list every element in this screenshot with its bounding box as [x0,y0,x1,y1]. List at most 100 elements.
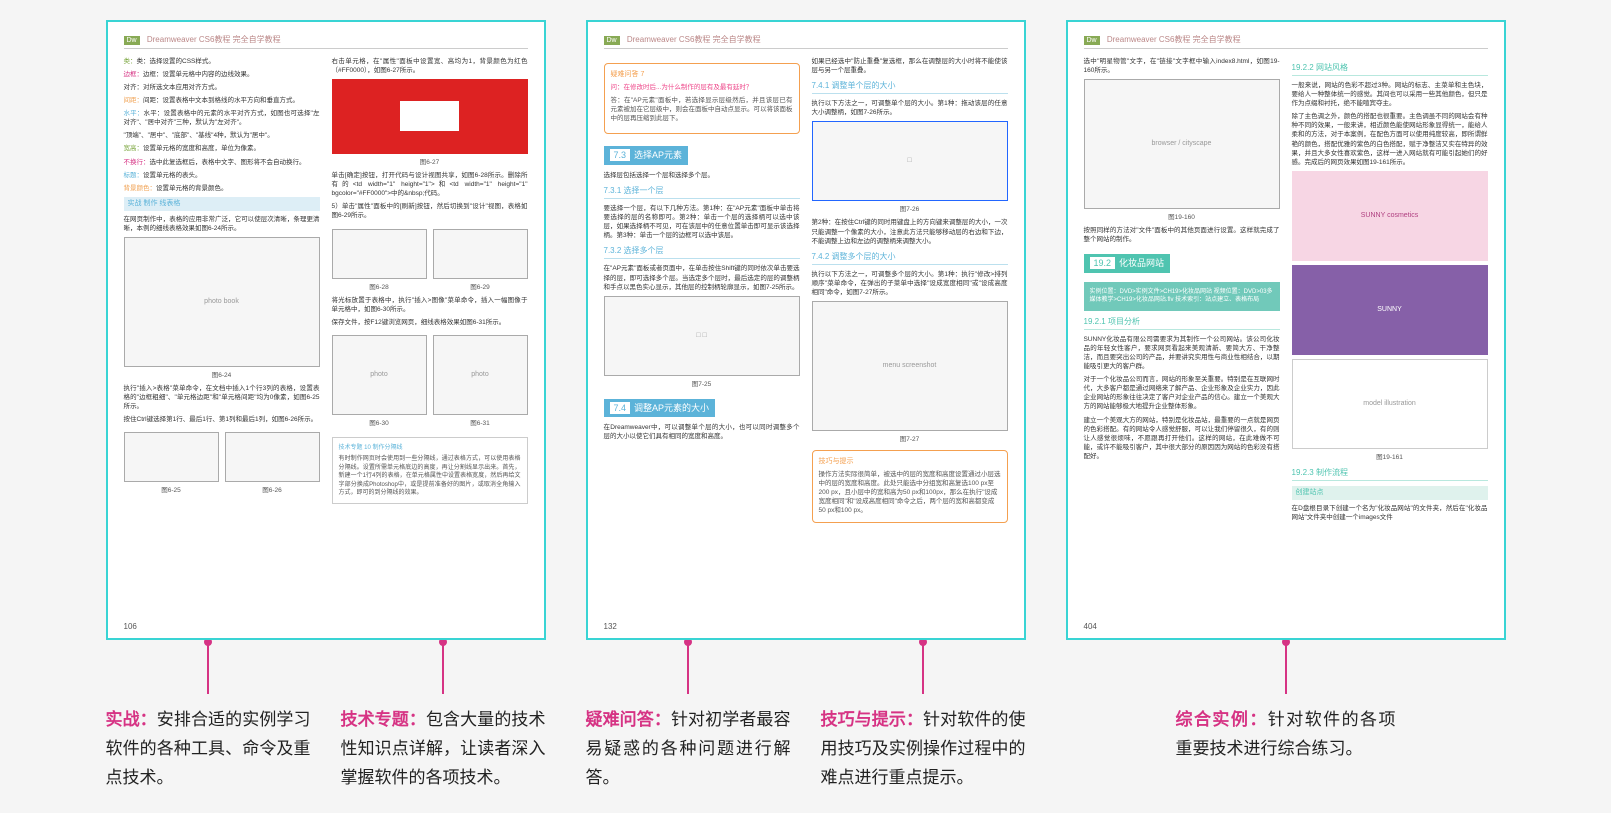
p1-p13: 按住Ctrl键选择第1行、最后1行、第1列和最后1列，如图6-26所示。 [124,415,320,424]
caption-4-col: 技巧与提示：针对软件的使用技巧及实例操作过程中的难点进行重点提示。 [821,640,1026,793]
s74-t: 在Dreamweaver中，可以调整单个层的大小，也可以同时调整多个层的大小以使… [604,423,800,441]
caption-2-col: 技术专题：包含大量的技术性知识点详解，让读者深入掌握软件的各项技术。 [341,640,546,793]
qa-box: 疑难问答 7 问：在修改时后...为什么制作的层有及最有延时？ 答：在"AP元素… [604,63,800,134]
p2-r2: 执行以下方法之一，可调整单个层的大小。第1种：拖动该层的任意大小调整柄，如图7-… [812,99,1008,117]
page2-num: 132 [604,621,617,632]
p2-r3: 第2种：在按住Ctrl键的同时用键盘上的方向键来调整层的大小，一次只能调整一个像… [812,218,1008,245]
fig-7-27: menu screenshot [812,301,1008,431]
caption-4: 技巧与提示：针对软件的使用技巧及实例操作过程中的难点进行重点提示。 [821,706,1026,793]
page2-col-right: 如果已经选中"防止重叠"复选框，那么在调整层的大小时将不能使该层与另一个层重叠。… [812,57,1008,529]
sub-7-3-2: 7.3.2 选择多个层 [604,245,800,259]
sec-7-4: 7.4调整AP元素的大小 [604,399,716,418]
tech-topic-box: 技术专题 10 制作分隔线 有时制作网页时会使用到一些分隔线，通过表格方式，可以… [332,437,528,504]
page-2: Dw Dreamweaver CS6教程 完全自学教程 疑难问答 7 问：在修改… [586,20,1026,640]
page2-columns: 疑难问答 7 问：在修改时后...为什么制作的层有及最有延时？ 答：在"AP元素… [604,57,1008,529]
pointer-5 [1176,638,1396,694]
p1-p11: 在网页制作中，表格的应用非常广泛，它可以使层次清晰，条理更清晰，本例的细线表格效… [124,215,320,233]
p1-r4: 将光标放置于表格中，执行"插入>图像"菜单命令，插入一幅图像于单元格中，如图6-… [332,296,528,314]
page2-header: Dw Dreamweaver CS6教程 完全自学教程 [604,34,1008,49]
page-1-wrapper: Dw Dreamweaver CS6教程 完全自学教程 类：类：选择设置的CSS… [106,20,546,793]
qa-title: 疑难问答 7 [611,70,793,80]
fig-19-160: browser / cityscape [1084,79,1280,209]
dw-badge: Dw [1084,36,1100,45]
p3-r2: 除了主色调之外，颜色的搭配也很重要。主色调虽不同的网站会有种种不同的效果，一般来… [1292,112,1488,167]
p1-r5: 保存文件，按F12键浏览网页，细线表格效果如图6-31所示。 [332,318,528,327]
fig-6-26 [225,432,320,482]
caption-2-lead: 技术专题： [341,710,426,729]
page1-num: 106 [124,621,137,632]
cos-thumb-1: SUNNY cosmetics [1292,171,1488,261]
pointer-4 [821,638,1026,694]
fig-6-24: photo book [124,237,320,367]
p1-r3: 5）单击"属性"面板中的[刷新]按钮，然后切换到"设计"视图，表格如图6-29所… [332,202,528,220]
s73-intro: 选择层包括选择一个层和选择多个层。 [604,171,800,180]
qa-q: 问：在修改时后...为什么制作的层有及最有延时？ [611,83,793,92]
p1-l6: "顶端"、"居中"、"底部"、"基线"4种，默认为"居中"。 [124,131,320,140]
caption-5-lead: 综合实例： [1176,710,1268,729]
page1-captions-row: 实战：安排合适的实例学习软件的各种工具、命令及重点技术。 技术专题：包含大量的技… [106,640,546,793]
fig-7-26: □ [812,121,1008,201]
pointer-2 [341,638,546,694]
sub-19-2-2: 19.2.2 网站风格 [1292,62,1488,76]
p3-r1: 一般来说，网站的色彩不超过3种。网站的标志、主菜单和主色块，要给人一种整体统一的… [1292,81,1488,108]
fig-6-30: photo [332,335,427,415]
p1-p12: 执行"插入>表格"菜单命令，在文档中插入1个行3列的表格，设置表格的"边框粗细"… [124,384,320,411]
fig-7-25: □ □ [604,296,800,376]
p3-p3: 建立一个美观大方的网站，特别是化妆品站，最重要的一点就是网页的色彩搭配。有的网站… [1084,416,1280,461]
tech-body: 有时制作网页时会使用到一些分隔线，通过表格方式，可以使用表格分隔线。设置所需单元… [339,456,521,496]
page-3: Dw Dreamweaver CS6教程 完全自学教程 选中"明星物管"文字，在… [1066,20,1506,640]
qa-a: 答：在"AP元素"面板中，若选择显示层级然后，并且该层已有元素被加在它层级中，则… [611,96,793,123]
page3-num: 404 [1084,621,1097,632]
practice-bar: 实战 制作 线表格 [124,197,320,211]
brand: Dreamweaver CS6教程 [147,35,231,44]
sub-7-3-1: 7.3.1 选择一个层 [604,185,800,199]
pointer-3 [586,638,791,694]
sub-19-2-1: 19.2.1 项目分析 [1084,316,1280,330]
p2-r1: 如果已经选中"防止重叠"复选框，那么在调整层的大小时将不能使该层与另一个层重叠。 [812,57,1008,75]
fig-6-29 [433,229,528,279]
sub-7-4-1: 7.4.1 调整单个层的大小 [812,80,1008,94]
fig-6-24-cap: 图6-24 [124,371,320,380]
page1-columns: 类：类：选择设置的CSS样式。 边框：边框：设置单元格中内容的边线效果。 对齐：… [124,57,528,505]
caption-2: 技术专题：包含大量的技术性知识点详解，让读者深入掌握软件的各项技术。 [341,706,546,793]
p1-l5: 水平：设置表格中的元素的水平对齐方式，如图也可选择"左对齐"、"居中对齐"三种，… [124,110,320,126]
page3-header: Dw Dreamweaver CS6教程 完全自学教程 [1084,34,1488,49]
page3-col-left: 选中"明星物管"文字，在"链接"文字框中输入index8.html，如图19-1… [1084,57,1280,526]
caption-3: 疑难问答：针对初学者最容易疑惑的各种问题进行解答。 [586,706,791,793]
page2-col-left: 疑难问答 7 问：在修改时后...为什么制作的层有及最有延时？ 答：在"AP元素… [604,57,800,529]
p1-l7: 设置单元格的宽度和高度，单位为像素。 [143,145,260,152]
fig-6-31: photo [433,335,528,415]
dw-badge: Dw [604,36,620,45]
example-info: 实例位置：DVD>实例文件>CH19>化妆品网站 视频位置：DVD>03多媒体教… [1084,282,1280,311]
page1-col-left: 类：类：选择设置的CSS样式。 边框：边框：设置单元格中内容的边线效果。 对齐：… [124,57,320,505]
p3-l1: 选中"明星物管"文字，在"链接"文字框中输入index8.html，如图19-1… [1084,57,1280,75]
page1-header: Dw Dreamweaver CS6教程 完全自学教程 [124,34,528,49]
page-spread: Dw Dreamweaver CS6教程 完全自学教程 类：类：选择设置的CSS… [20,20,1591,793]
p3-p2: 对于一个化妆品公司而言，网站的形象至关重要。特别是在互联网时代，大多客户都是通过… [1084,375,1280,411]
page3-captions-row: 综合实例：针对软件的各项重要技术进行综合练习。 [1066,640,1506,764]
sec-19-2: 19.2化妆品网站 [1084,254,1171,273]
caption-4-lead: 技巧与提示： [821,710,924,729]
page-3-wrapper: Dw Dreamweaver CS6教程 完全自学教程 选中"明星物管"文字，在… [1066,20,1506,764]
p1-l9: 设置单元格的表头。 [143,172,202,179]
page1-col-right: 右击单元格，在"属性"面板中设置宽、高均为1，背景颜色为红色（#FF0000），… [332,57,528,505]
caption-1-lead: 实战： [106,710,157,729]
p3-l2: 按照同样的方法对"文件"面板中的其他页面进行设置。这样就完成了整个网站的制作。 [1084,226,1280,244]
suffix: 完全自学教程 [233,35,281,44]
p2-r4: 执行以下方法之一，可调整多个层的大小。第1种：执行"修改>排列顺序"菜单命令，在… [812,270,1008,297]
tip-title: 技巧与提示 [819,457,1001,467]
caption-1: 实战：安排合适的实例学习软件的各种工具、命令及重点技术。 [106,706,311,793]
p1-r1: 右击单元格，在"属性"面板中设置宽、高均为1，背景颜色为红色（#FF0000），… [332,57,528,75]
s731-t: 要选择一个层，有以下几种方法。第1种：在"AP元素"面板中单击将要选择的层的名称… [604,204,800,240]
tip-box: 技巧与提示 操作方法实际很简单，被选中的层的宽度和高度设置通过小层选中的层的宽度… [812,450,1008,522]
caption-3-lead: 疑难问答： [586,710,671,729]
cos-thumb-2: SUNNY [1292,265,1488,355]
cos-thumb-3: model illustration [1292,359,1488,449]
tip-body: 操作方法实际很简单，被选中的层的宽度和高度设置通过小层选中的层的宽度和高度。此处… [819,471,1001,514]
p1-l8: 选中此复选框后，表格中文字、图形将不会自动换行。 [150,159,306,166]
p1-r2: 单击[确定]按钮，打开代码与设计视图共享，如图6-28所示。删除所有的<td w… [332,171,528,198]
p1-l1: 类：选择设置的CSS样式。 [137,58,215,65]
page2-captions-row: 疑难问答：针对初学者最容易疑惑的各种问题进行解答。 技巧与提示：针对软件的使用技… [586,640,1026,793]
p1-l2: 边框：设置单元格中内容的边线效果。 [143,71,254,78]
p3-p1: SUNNY化妆品有限公司需要求为其制作一个公司网站。该公司化妆品的年轻女性客户，… [1084,335,1280,371]
